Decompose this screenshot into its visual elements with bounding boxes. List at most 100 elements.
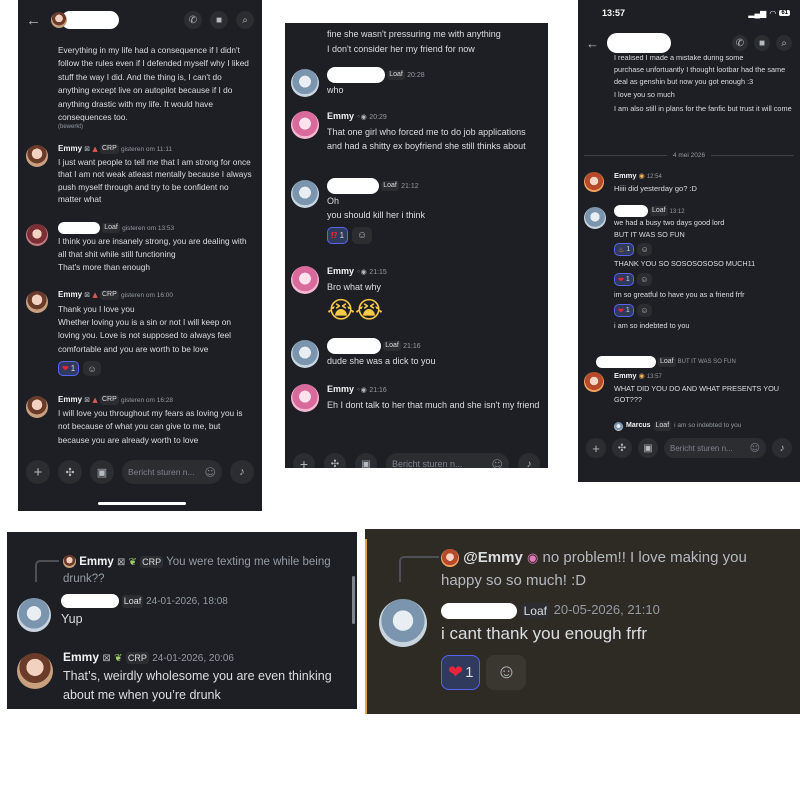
redacted-name — [596, 356, 656, 368]
author-name[interactable]: Emmy — [327, 266, 354, 276]
author-name[interactable]: Emmy — [327, 111, 354, 121]
scrollbar[interactable] — [352, 576, 355, 624]
server-tag: CRP — [125, 651, 149, 664]
mic-icon[interactable]: ♪ — [230, 460, 254, 484]
server-tag: Loaf — [121, 594, 144, 608]
search-icon[interactable]: ⌕ — [776, 35, 792, 51]
emoji-icon[interactable]: ☺ — [205, 466, 216, 479]
mic-icon[interactable]: ♪ — [518, 453, 540, 468]
message-input[interactable]: Bericht sturen n... ☺ — [122, 460, 222, 484]
input-placeholder: Bericht sturen n... — [392, 459, 463, 468]
apps-icon[interactable]: ✣ — [324, 453, 346, 468]
author-name[interactable]: Emmy — [58, 395, 82, 404]
avatar[interactable] — [291, 266, 319, 294]
add-reaction-button[interactable]: ☺ — [486, 655, 527, 690]
reply-preview[interactable]: Emmy ⊠ ❦ CRP You were texting me while b… — [63, 554, 337, 588]
message-text: Oh — [327, 196, 340, 207]
author-name: Marcus — [626, 422, 651, 429]
gift-icon[interactable]: ▣ — [638, 438, 658, 458]
message: Loaf 21:16 dude she was a dick to you — [285, 338, 548, 368]
timestamp: 13:12 — [669, 208, 685, 215]
emoji-icon[interactable]: ☺ — [492, 458, 503, 469]
avatar[interactable] — [17, 598, 51, 632]
reply-text: i am so indebted to you — [674, 422, 742, 429]
apps-icon[interactable]: ✣ — [612, 438, 632, 458]
avatar[interactable] — [291, 180, 319, 208]
author-name[interactable]: Emmy — [58, 290, 82, 299]
search-icon[interactable]: ⌕ — [236, 11, 254, 29]
message: Loaf 20:28 who — [285, 67, 548, 97]
plus-icon[interactable]: + — [293, 453, 315, 468]
message-text: That one girl who forced me to do job ap… — [327, 127, 526, 151]
apps-icon[interactable]: ✣ — [58, 460, 82, 484]
add-reaction-button[interactable]: ☺ — [83, 361, 102, 377]
avatar[interactable] — [584, 372, 604, 392]
bell-icon: ▲ — [92, 145, 98, 153]
butterfly-icon: ❦ — [114, 653, 123, 664]
avatar[interactable] — [291, 111, 319, 139]
avatar[interactable] — [17, 653, 53, 689]
badge-icon: ⊠ — [84, 145, 91, 153]
avatar[interactable] — [291, 384, 319, 412]
heart-reaction[interactable]: ❤ 1 — [441, 655, 481, 690]
plus-icon[interactable]: + — [586, 438, 606, 458]
author-name[interactable]: Emmy — [58, 144, 82, 153]
reply-preview[interactable]: Loaf BUT IT WAS SO FUN — [596, 356, 794, 368]
exclamation-reaction[interactable]: ⁉ 1 — [327, 227, 349, 245]
back-arrow-icon[interactable]: ← — [586, 36, 599, 51]
server-tag: CRP — [140, 555, 164, 568]
author-name[interactable]: Emmy — [327, 384, 354, 394]
gift-icon[interactable]: ▣ — [90, 460, 114, 484]
author-name[interactable]: Emmy — [63, 650, 99, 664]
avatar[interactable] — [291, 69, 319, 97]
gift-icon[interactable]: ▣ — [355, 453, 377, 468]
plus-icon[interactable]: + — [26, 460, 50, 484]
heart-reaction[interactable]: ❤ 1 — [614, 273, 634, 286]
avatar[interactable] — [26, 224, 48, 246]
reaction-count: 1 — [625, 276, 630, 283]
mic-icon[interactable]: ♪ — [772, 438, 792, 458]
heart-reaction[interactable]: ❤ 1 — [58, 361, 80, 377]
reply-preview[interactable]: @Emmy ◉ no problem!! I love making you h… — [441, 547, 780, 592]
reply-preview[interactable]: Marcus Loaf i am so indebted to you — [614, 421, 741, 431]
call-icon[interactable]: ✆ — [184, 11, 202, 29]
date-label: 4 mei 2026 — [672, 151, 706, 159]
badge-icon: ◦◉ — [356, 113, 367, 121]
message-text: THANK YOU SO SOSOSOSOSO MUCH11 — [614, 259, 756, 268]
server-tag: Loaf — [387, 70, 405, 80]
video-icon[interactable]: ■ — [754, 35, 770, 51]
video-icon[interactable]: ■ — [210, 11, 228, 29]
message-input[interactable]: Bericht sturen n... ☺ — [386, 453, 509, 468]
author-name[interactable]: Emmy — [614, 171, 637, 180]
add-reaction-button[interactable]: ☺ — [636, 304, 652, 317]
author-name[interactable]: Emmy — [614, 371, 637, 380]
avatar[interactable] — [584, 207, 606, 229]
avatar — [614, 421, 623, 431]
reaction-count: 1 — [625, 307, 630, 314]
add-reaction-button[interactable]: ☺ — [637, 243, 653, 256]
fire-reaction[interactable]: ♨ 1 — [614, 243, 635, 256]
avatar[interactable] — [379, 599, 427, 647]
add-reaction-button[interactable]: ☺ — [352, 227, 373, 245]
emoji-icon[interactable]: ☺ — [750, 443, 760, 454]
avatar[interactable] — [291, 340, 319, 368]
heart-reaction[interactable]: ❤ 1 — [614, 304, 634, 317]
reply-connector — [399, 556, 439, 582]
avatar[interactable] — [26, 396, 48, 418]
avatar[interactable] — [51, 12, 67, 28]
badge-icon: ⊠ — [84, 396, 91, 404]
avatar[interactable] — [26, 291, 48, 313]
message: Emmy ⊠ ▲ CRP gisteren om 16:28 I will lo… — [18, 394, 262, 447]
call-icon[interactable]: ✆ — [732, 35, 748, 51]
avatar[interactable] — [584, 172, 604, 192]
back-arrow-icon[interactable]: ← — [26, 12, 41, 29]
add-reaction-button[interactable]: ☺ — [636, 273, 652, 286]
message-input[interactable]: Bericht sturen n... ☺ — [664, 438, 766, 458]
avatar[interactable] — [26, 145, 48, 167]
message: Everything in my life had a consequence … — [18, 44, 262, 130]
lollipop-icon: ◉ — [638, 372, 645, 380]
redacted-name — [607, 33, 671, 53]
input-placeholder: Bericht sturen n... — [128, 467, 195, 477]
message: Emmy ⊠ ❦ CRP 24-01-2026, 20:06 That’s, w… — [7, 649, 357, 705]
message-text: BUT IT WAS SO FUN — [614, 230, 685, 239]
